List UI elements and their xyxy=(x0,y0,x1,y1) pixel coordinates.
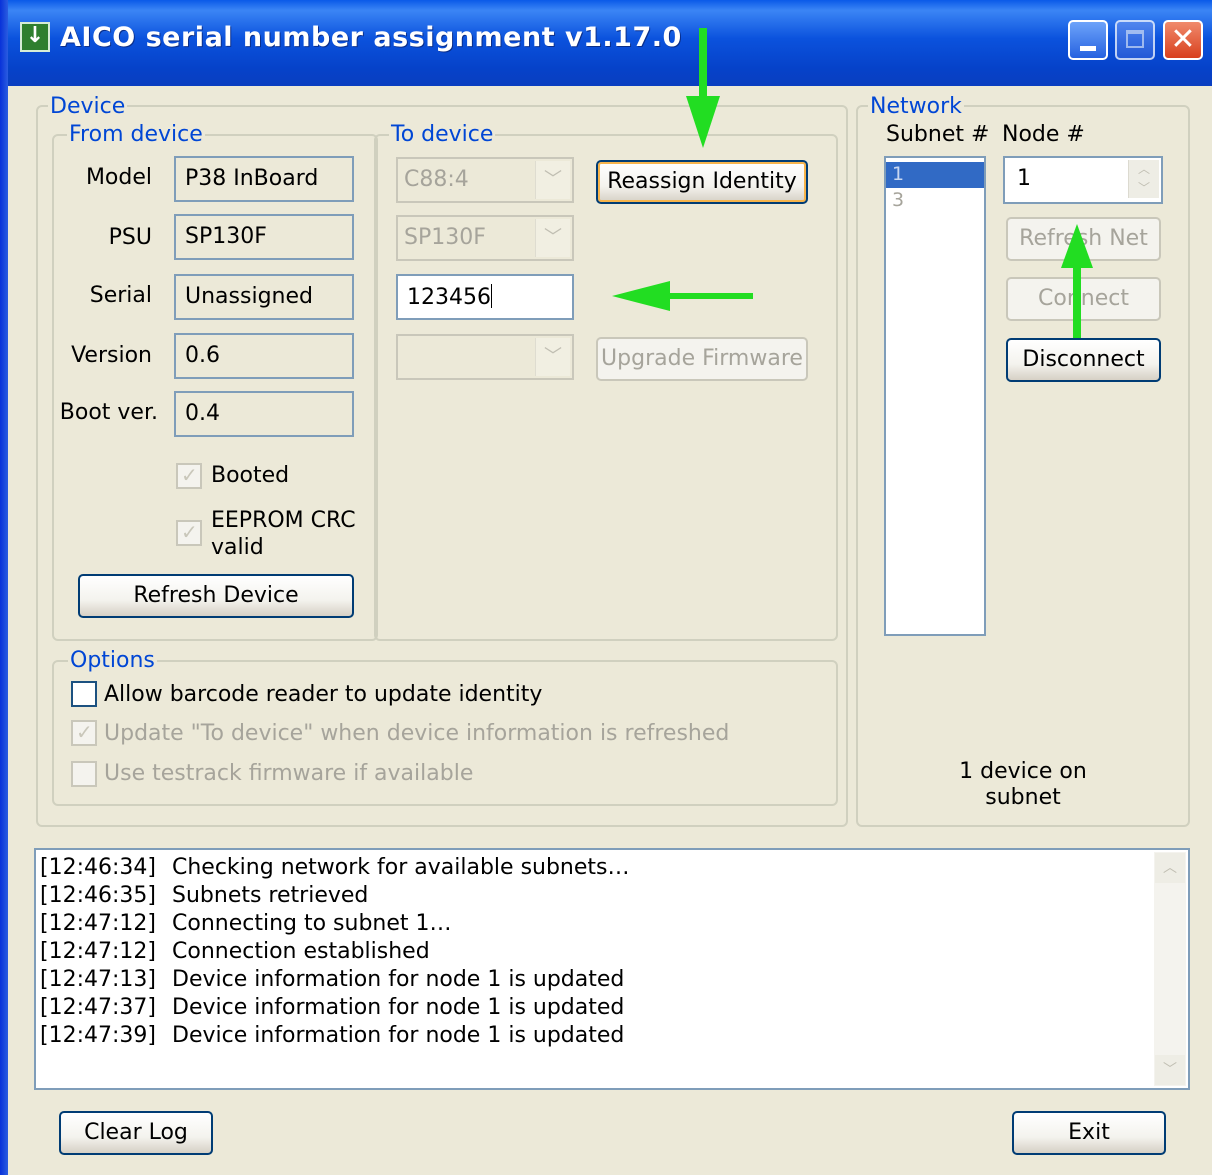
log-row: [12:46:34] Checking network for available… xyxy=(40,854,630,882)
model-label: Model xyxy=(85,165,152,190)
network-status: 1 device on subnet xyxy=(959,759,1087,810)
log-time: [12:46:35] xyxy=(40,883,156,908)
maximize-button[interactable] xyxy=(1115,20,1155,60)
subnet-list[interactable]: 1 3 xyxy=(884,156,986,636)
model-value: P38 InBoard xyxy=(174,156,354,202)
version-value: 0.6 xyxy=(174,333,354,379)
psu-label: PSU xyxy=(108,225,152,250)
app-download-icon: ↓ xyxy=(20,22,50,52)
serial-input[interactable]: 123456 xyxy=(396,274,574,320)
from-device-group xyxy=(52,134,378,641)
log-row: [12:47:37] Device information for node 1 … xyxy=(40,994,624,1022)
clear-log-button[interactable]: Clear Log xyxy=(59,1111,213,1155)
refresh-net-button: Refresh Net xyxy=(1006,217,1161,261)
minimize-button[interactable] xyxy=(1068,20,1108,60)
boot-ver-label: Boot ver. xyxy=(59,400,158,425)
psu-value: SP130F xyxy=(174,214,354,260)
chevron-down-icon: ﹀ xyxy=(535,338,570,376)
close-button[interactable]: ✕ xyxy=(1163,20,1203,60)
booted-label: Booted xyxy=(211,463,290,488)
log-time: [12:46:34] xyxy=(40,855,156,880)
eeprom-crc-checkbox xyxy=(176,520,202,546)
subnet-item[interactable]: 3 xyxy=(886,188,984,214)
psu-select: SP130F ﹀ xyxy=(396,215,574,261)
network-label: Network xyxy=(868,94,964,120)
testrack-label: Use testrack firmware if available xyxy=(104,761,474,786)
log-time: [12:47:37] xyxy=(40,995,156,1020)
log-panel[interactable]: [12:46:34] Checking network for available… xyxy=(34,848,1190,1090)
log-time: [12:47:39] xyxy=(40,1023,156,1048)
psu-select-value: SP130F xyxy=(404,225,486,250)
booted-checkbox xyxy=(176,463,202,489)
eeprom-crc-label-line1: EEPROM CRC xyxy=(211,508,356,533)
log-time: [12:47:12] xyxy=(40,939,156,964)
serial-value: Unassigned xyxy=(174,274,354,320)
testrack-checkbox xyxy=(71,761,97,787)
log-row: [12:47:39] Device information for node 1 … xyxy=(40,1022,624,1050)
log-message: Subnets retrieved xyxy=(172,883,369,908)
barcode-checkbox[interactable] xyxy=(71,681,97,707)
subnet-item[interactable]: 1 xyxy=(886,162,984,188)
title-bar[interactable]: ↓ AICO serial number assignment v1.17.0 … xyxy=(0,0,1212,86)
log-row: [12:47:12] Connection established xyxy=(40,938,430,966)
boot-ver-value: 0.4 xyxy=(174,391,354,437)
update-to-device-label: Update "To device" when device informati… xyxy=(104,721,730,746)
log-row: [12:47:13] Device information for node 1 … xyxy=(40,966,624,994)
node-header: Node # xyxy=(1002,122,1085,147)
node-spinner-value: 1 xyxy=(1017,166,1031,191)
app-window: ↓ AICO serial number assignment v1.17.0 … xyxy=(0,0,1212,1175)
device-group-label: Device xyxy=(48,94,128,120)
log-message: Checking network for available subnets… xyxy=(172,855,630,880)
log-time: [12:47:13] xyxy=(40,967,156,992)
serial-input-value: 123456 xyxy=(407,285,491,310)
close-icon: ✕ xyxy=(1170,22,1196,57)
scroll-up-icon[interactable]: ︿ xyxy=(1155,853,1185,883)
refresh-device-button[interactable]: Refresh Device xyxy=(78,574,354,618)
log-row: [12:46:35] Subnets retrieved xyxy=(40,882,368,910)
scroll-down-icon[interactable]: ﹀ xyxy=(1155,1055,1185,1085)
chevron-down-icon: ﹀ xyxy=(535,219,570,257)
spinner-up-icon[interactable]: ︿ xyxy=(1129,160,1159,179)
upgrade-firmware-button: Upgrade Firmware xyxy=(596,337,808,381)
log-row: [12:47:12] Connecting to subnet 1… xyxy=(40,910,452,938)
disconnect-button[interactable]: Disconnect xyxy=(1006,338,1161,382)
to-device-group xyxy=(374,134,838,641)
log-scrollbar[interactable]: ︿ ﹀ xyxy=(1154,852,1186,1086)
model-select-value: C88:4 xyxy=(404,167,469,192)
log-message: Device information for node 1 is updated xyxy=(172,1023,625,1048)
options-label: Options xyxy=(68,648,157,674)
connect-button: Connect xyxy=(1006,277,1161,321)
subnet-header: Subnet # xyxy=(886,122,990,147)
chevron-down-icon: ﹀ xyxy=(535,161,570,199)
spinner-down-icon[interactable]: ﹀ xyxy=(1129,179,1159,198)
barcode-option-label[interactable]: Allow barcode reader to update identity xyxy=(104,682,542,708)
exit-button[interactable]: Exit xyxy=(1012,1111,1166,1155)
reassign-identity-button[interactable]: Reassign Identity xyxy=(596,160,808,204)
window-border xyxy=(0,0,8,1175)
version-label: Version xyxy=(71,343,152,368)
log-message: Device information for node 1 is updated xyxy=(172,967,625,992)
model-select: C88:4 ﹀ xyxy=(396,157,574,203)
log-message: Connection established xyxy=(172,939,430,964)
text-cursor xyxy=(490,284,492,308)
node-spinner[interactable]: 1 ︿ ﹀ xyxy=(1003,156,1163,204)
window-title: AICO serial number assignment v1.17.0 xyxy=(60,22,682,53)
serial-label: Serial xyxy=(89,283,152,308)
eeprom-crc-label-line2: valid xyxy=(211,535,264,560)
to-device-label: To device xyxy=(389,122,496,148)
from-device-label: From device xyxy=(67,122,205,148)
log-message: Device information for node 1 is updated xyxy=(172,995,625,1020)
log-time: [12:47:12] xyxy=(40,911,156,936)
update-to-device-checkbox xyxy=(71,720,97,746)
log-message: Connecting to subnet 1… xyxy=(172,911,452,936)
firmware-select: ﹀ xyxy=(396,334,574,380)
spinner-buttons[interactable]: ︿ ﹀ xyxy=(1128,160,1159,198)
